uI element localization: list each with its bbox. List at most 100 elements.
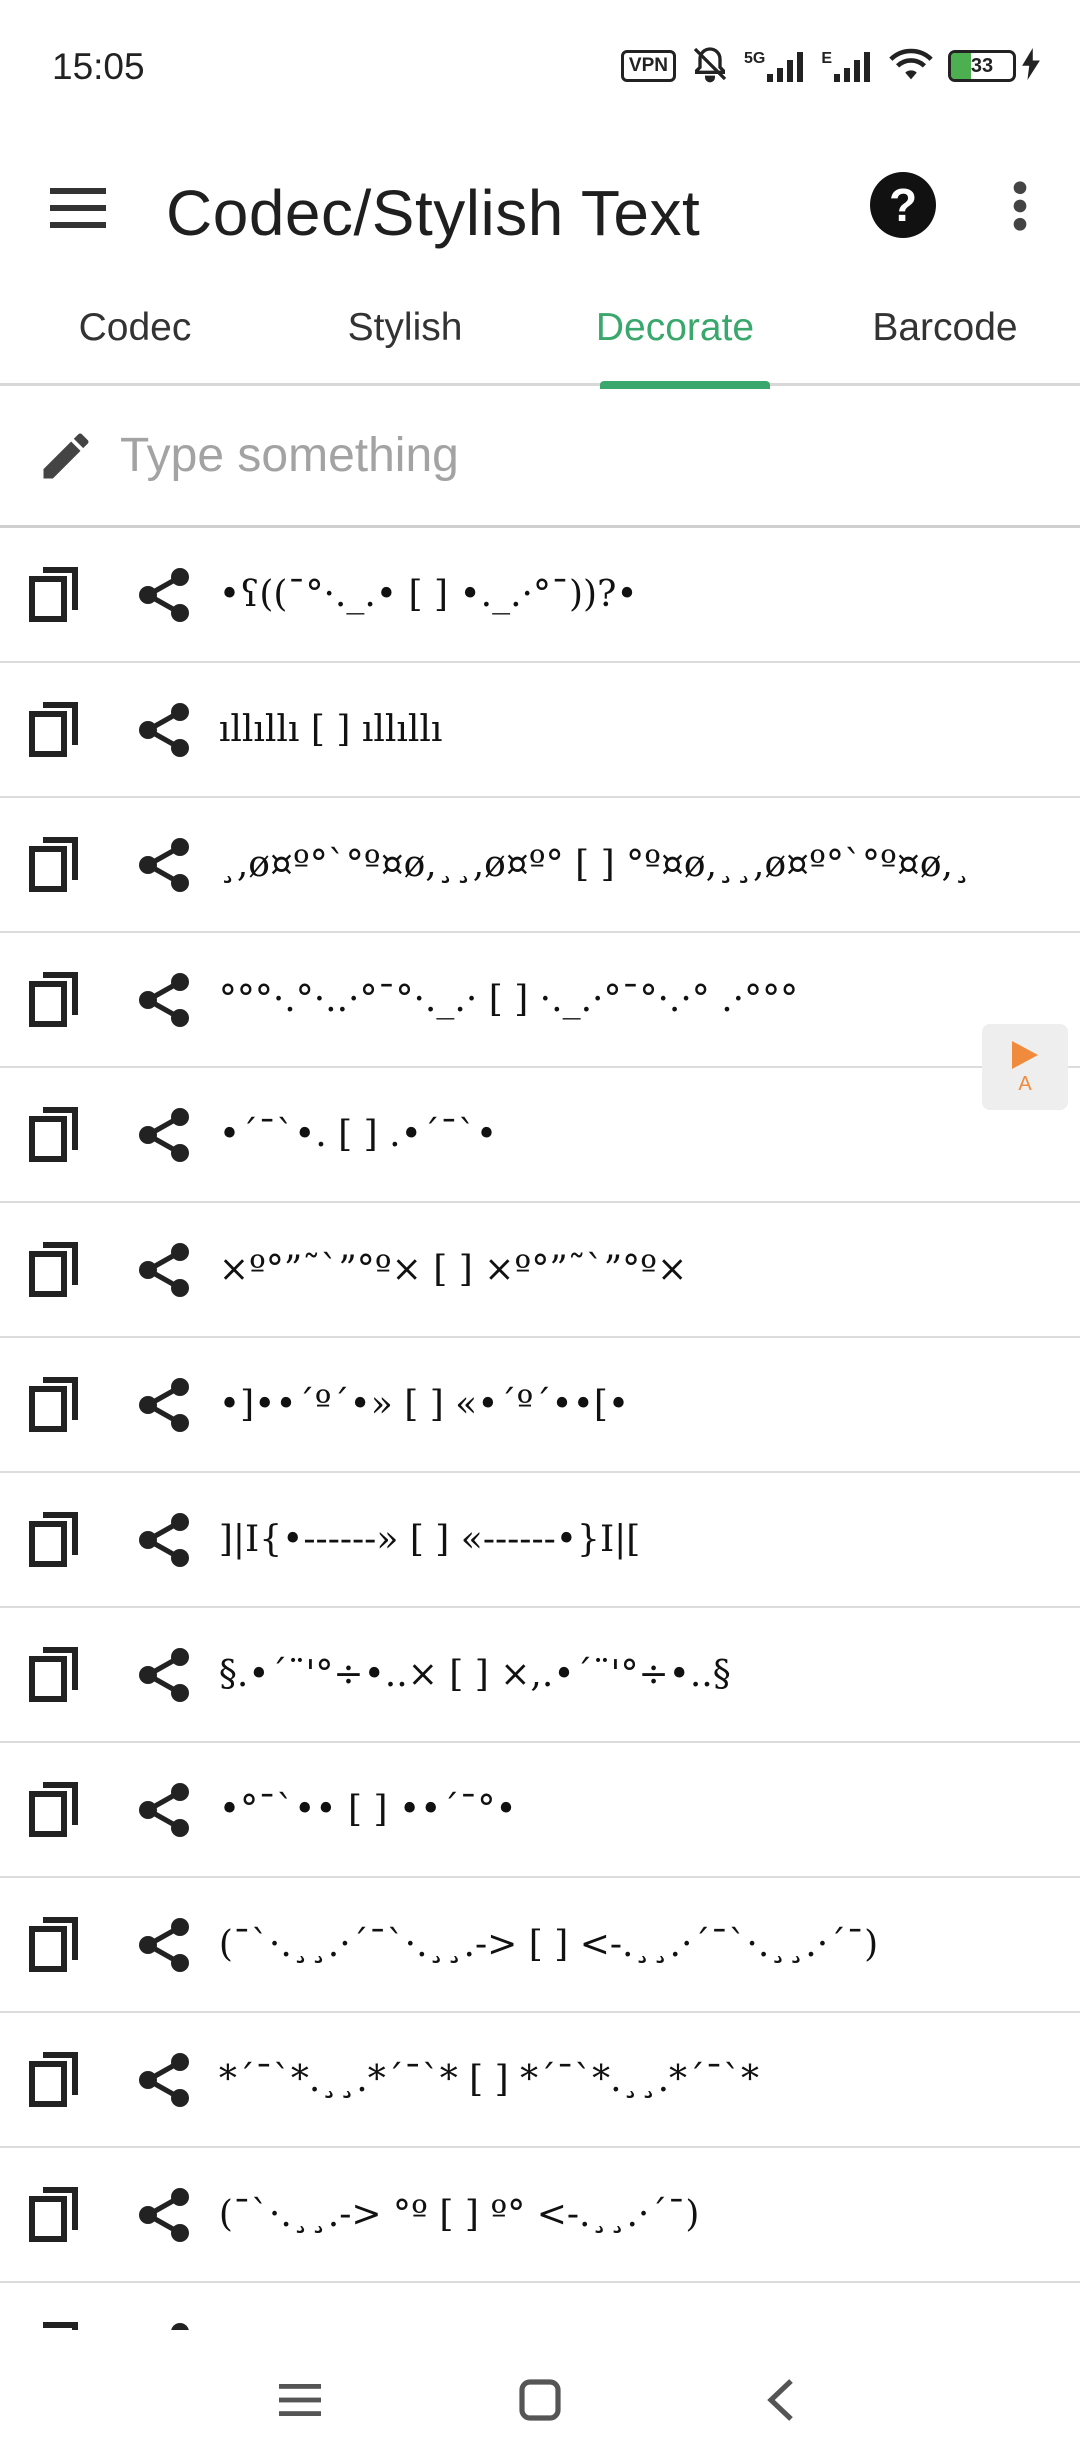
share-button[interactable] [135,835,194,895]
decoration-text[interactable]: •´¯`•. [ ] .•´¯`• [219,1114,1080,1155]
nav-bar [0,2330,1080,2460]
battery-icon: 33 [948,50,1016,82]
list-item: ×º°”˜`”°º× [ ] ×º°”˜`”°º× [0,1203,1080,1338]
copy-icon [28,1106,78,1162]
copy-button[interactable] [26,1915,81,1975]
status-bar: 15:05 VPN 5G E 33 [0,0,1080,136]
tab-decorate[interactable]: Decorate [540,270,810,389]
tab-barcode[interactable]: Barcode [810,270,1080,386]
tab-codec[interactable]: Codec [0,270,270,386]
share-icon [139,1917,190,1972]
copy-icon [28,566,78,622]
tab-stylish[interactable]: Stylish [270,270,540,386]
share-button[interactable] [135,700,194,760]
copy-icon [28,701,78,757]
list-item: §.•´¨'°÷•..× [ ] ×,.•´¨'°÷•..§ [0,1608,1080,1743]
decoration-text[interactable]: *´¯`*.¸¸.*´¯`* [ ] *´¯`*.¸¸.*´¯`* [219,2059,1080,2100]
input-row [0,386,1080,528]
charging-icon [1022,47,1040,85]
screen: 15:05 VPN 5G E 33 Codec/Stylish Text ? C… [0,0,1080,2460]
copy-button[interactable] [26,835,81,895]
nav-back-icon [767,2379,793,2421]
nav-recents-button[interactable] [260,2360,340,2440]
copy-button[interactable] [26,1645,81,1705]
copy-icon [28,2051,78,2107]
list-item: ]|I{•------» [ ] «------•}I|[ [0,1473,1080,1608]
decoration-text[interactable]: ×º°”˜`”°º× [ ] ×º°”˜`”°º× [219,1249,1080,1290]
share-icon [139,1377,190,1432]
share-button[interactable] [135,1645,194,1705]
share-icon [139,2187,190,2242]
share-button[interactable] [135,1240,194,1300]
nav-home-button[interactable] [500,2360,580,2440]
vpn-badge: VPN [620,50,676,82]
list-item: •ʕ((¯°·._.• [ ] •._.·°¯))?• [0,528,1080,663]
share-button[interactable] [135,2050,194,2110]
copy-icon [28,1781,78,1837]
copy-icon [28,1916,78,1972]
list-item: °°°·.°·..·°¯°·._.· [ ] ·._.·°¯°·.·° .·°°… [0,933,1080,1068]
share-icon [139,1512,190,1567]
share-icon [139,1647,190,1702]
share-icon [139,1107,190,1162]
copy-icon [28,1376,78,1432]
share-icon [171,2322,189,2330]
floating-play-button[interactable]: A [982,1024,1068,1110]
network-label: 5G [743,50,766,67]
share-button[interactable] [135,1510,194,1570]
copy-button[interactable] [26,2320,81,2330]
share-button[interactable] [135,2185,194,2245]
menu-button[interactable] [38,168,118,248]
help-icon: ? [888,179,918,231]
nav-back-button[interactable] [740,2360,820,2440]
network2-label: E [821,50,832,67]
copy-icon [28,1241,78,1297]
help-button[interactable]: ? [870,172,936,238]
share-button[interactable] [135,1915,194,1975]
decoration-text[interactable]: (¯`·.¸¸.-> °º [ ] º° <-.¸¸.·´¯) [219,2194,1080,2235]
share-button[interactable] [135,1780,194,1840]
nav-recents-icon [279,2384,321,2416]
menu-icon [50,188,106,228]
list-item [0,2283,1080,2330]
share-icon [139,1242,190,1297]
status-time: 15:05 [52,46,145,87]
copy-button[interactable] [26,970,81,1030]
text-input[interactable] [120,428,1000,483]
copy-button[interactable] [26,2050,81,2110]
nav-home-icon [519,2379,561,2421]
page-title: Codec/Stylish Text [166,177,701,249]
decoration-text[interactable]: ]|I{•------» [ ] «------•}I|[ [219,1519,1080,1560]
more-options-button[interactable] [990,170,1050,242]
play-icon [1012,1040,1038,1069]
copy-button[interactable] [26,565,81,625]
copy-button[interactable] [26,1780,81,1840]
list-item: •]••´º´•» [ ] «•´º´••[• [0,1338,1080,1473]
signal-5g-icon: 5G [744,50,807,82]
signal-e-icon: E [821,50,874,82]
copy-icon [28,2186,78,2242]
decoration-text[interactable]: ¸,ø¤º°`°º¤ø,¸¸,ø¤º° [ ] °º¤ø,¸¸,ø¤º°`°º¤… [219,844,1080,885]
share-icon [139,567,190,622]
decoration-text[interactable]: (¯`·.¸¸.·´¯`·.¸¸.-> [ ] <-.¸¸.·´¯`·.¸¸.·… [219,1924,1080,1965]
copy-button[interactable] [26,1375,81,1435]
battery: 33 [948,47,1040,85]
decoration-text[interactable]: •]••´º´•» [ ] «•´º´••[• [219,1384,1080,1425]
decoration-text[interactable]: ıllıllı [ ] ıllıllı [219,709,1080,750]
copy-button[interactable] [26,1240,81,1300]
copy-button[interactable] [26,1105,81,1165]
bell-muted-icon [690,44,730,89]
copy-button[interactable] [26,2185,81,2245]
decoration-text[interactable]: •ʕ((¯°·._.• [ ] •._.·°¯))?• [219,574,1080,615]
decoration-text[interactable]: °°°·.°·..·°¯°·._.· [ ] ·._.·°¯°·.·° .·°°… [219,979,1080,1020]
decoration-text[interactable]: §.•´¨'°÷•..× [ ] ×,.•´¨'°÷•..§ [219,1654,1080,1695]
share-button[interactable] [135,1105,194,1165]
decoration-text[interactable]: •°¯`•• [ ] ••´¯°• [219,1789,1080,1830]
share-button[interactable] [135,565,194,625]
copy-button[interactable] [26,1510,81,1570]
copy-button[interactable] [26,700,81,760]
share-button[interactable] [135,2320,194,2330]
share-button[interactable] [135,970,194,1030]
list-item: (¯`·.¸¸.-> °º [ ] º° <-.¸¸.·´¯) [0,2148,1080,2283]
share-button[interactable] [135,1375,194,1435]
